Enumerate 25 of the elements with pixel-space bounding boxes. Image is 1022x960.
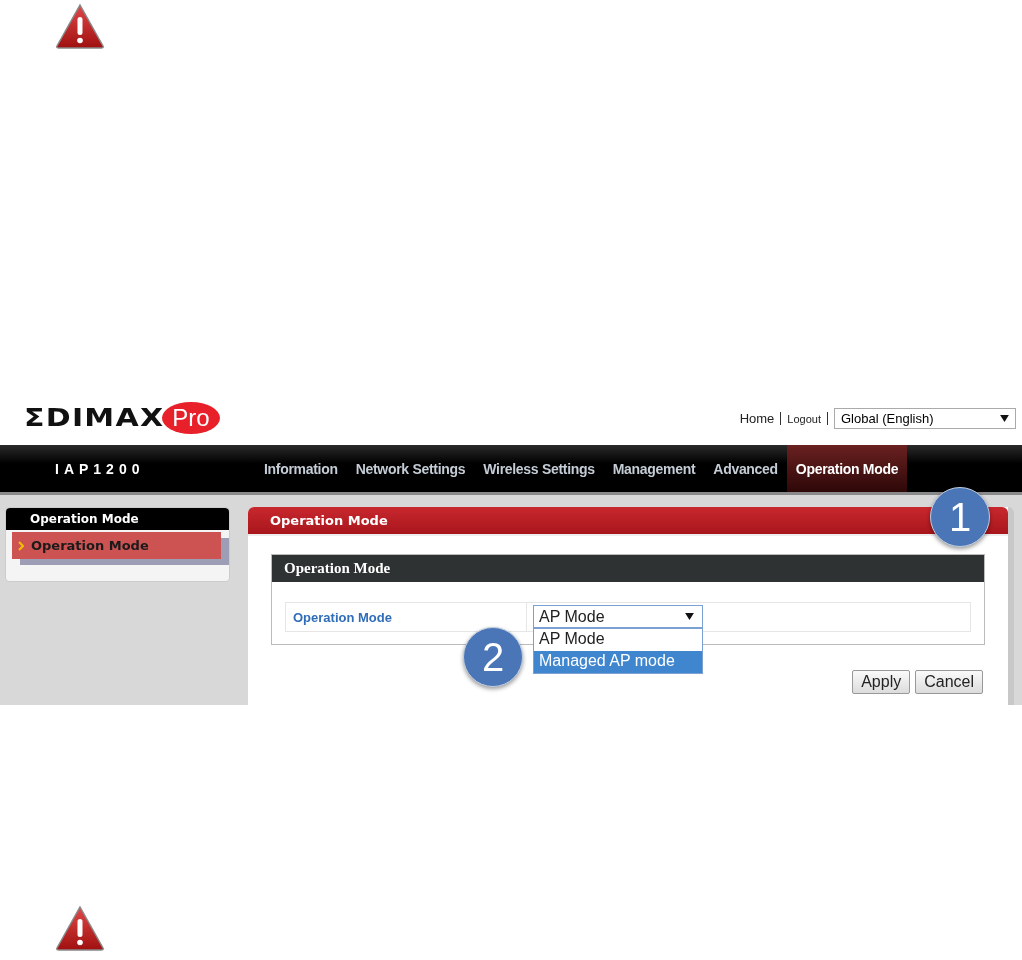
caret-icon (685, 613, 694, 620)
logo-badge: Pro (162, 402, 220, 434)
caret-icon (1000, 415, 1009, 422)
nav-tab[interactable]: Operation Mode (786, 445, 908, 492)
nav-tab[interactable]: Management (603, 445, 705, 492)
nav-tab[interactable]: Advanced (704, 445, 787, 492)
header-link[interactable]: Logout (787, 412, 821, 425)
mode-select[interactable]: AP Mode (533, 605, 703, 628)
form-button[interactable]: Apply (852, 670, 911, 694)
dropdown-option[interactable]: AP Mode (534, 629, 702, 651)
header-link[interactable]: Home (739, 411, 775, 426)
warning-icon (55, 905, 105, 952)
chevron-icon (18, 540, 24, 551)
logo-wordmark: ΣDIMAX (24, 404, 165, 432)
sidebar-title: Operation Mode (6, 508, 229, 530)
section-title: Operation Mode (272, 555, 984, 582)
nav-tab[interactable]: Wireless Settings (474, 445, 604, 492)
nav-tab[interactable]: Information (255, 445, 347, 492)
nav-tab[interactable]: Network Settings (346, 445, 475, 492)
field-label: Operation Mode (292, 608, 393, 627)
device-model: IAP1200 (54, 459, 146, 479)
form-button[interactable]: Cancel (915, 670, 983, 694)
dropdown-option[interactable]: Managed AP mode (534, 651, 702, 673)
language-select[interactable]: Global (English) (834, 408, 1016, 429)
warning-icon (55, 3, 105, 50)
